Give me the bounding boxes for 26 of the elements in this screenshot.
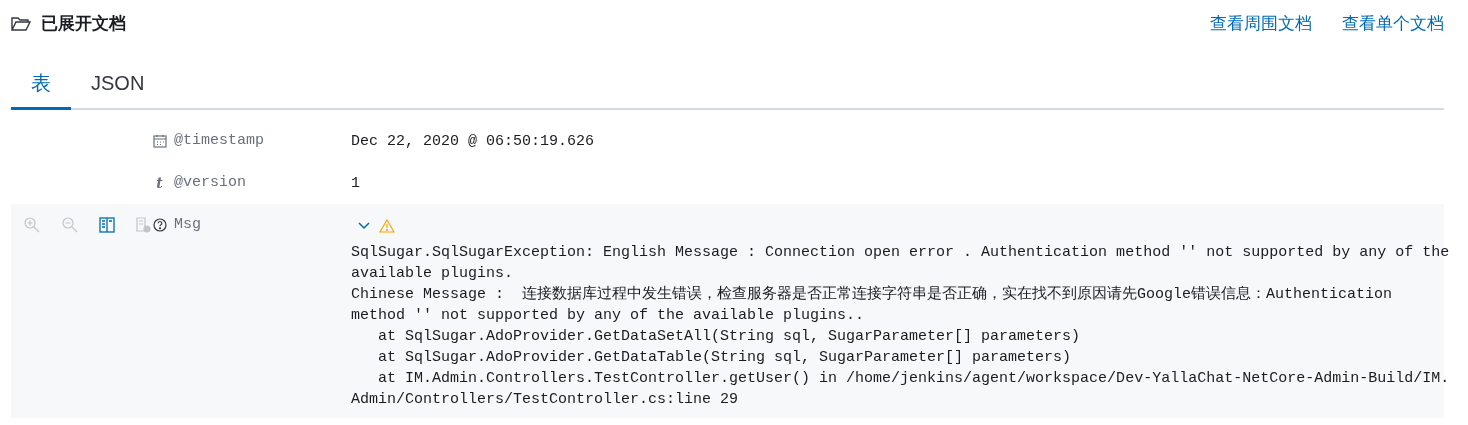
value-text: at SqlSugar.AdoProvider.GetDataSetAll(String sql, SugarParameter[] parameters)	[377, 327, 1082, 347]
tab[interactable]: 表	[11, 58, 71, 110]
zoom-out-icon	[61, 216, 79, 234]
field-name: Msg	[174, 214, 201, 235]
value-text: Dec 22, 2020 @ 06:50:19.626	[351, 132, 595, 152]
panel-title: 已展开文档	[41, 13, 126, 36]
folder-icon	[11, 16, 31, 32]
zoom-in-icon	[23, 216, 41, 234]
value-text: Admin/Controllers/TestController.cs:line 29	[351, 390, 740, 410]
calendar-icon	[152, 134, 167, 148]
value-text: at IM.Admin.Controllers.TestController.getUser() in /home/jenkins/agent/workspace/Dev-YallaChat-NetCore-Admin-Build/IM.	[377, 369, 1450, 389]
value-text: 1	[351, 174, 360, 194]
string-type-icon: t	[156, 176, 163, 190]
field-name: @version	[174, 172, 246, 193]
field-name: @timestamp	[174, 130, 264, 151]
link[interactable]: 查看周围文档	[1210, 11, 1312, 37]
column-toggle-icon	[99, 217, 115, 233]
value-text: SqlSugar.SqlSugarException: English Message : Connection open error . Authentication method '' not supported by any of the	[351, 243, 1450, 263]
filter-icon	[135, 217, 151, 233]
value-text: available plugins.	[351, 264, 515, 284]
link[interactable]: 查看单个文档	[1342, 11, 1444, 37]
value-text: Chinese Message : 连接数据库过程中发生错误，检查服务器是否正常连接字符串是否正确，实在找不到原因请先Google错误信息：Authentication	[351, 284, 1394, 305]
question-icon	[152, 218, 167, 232]
value-text: at SqlSugar.AdoProvider.GetDataTable(String sql, SugarParameter[] parameters)	[377, 348, 1073, 368]
tab[interactable]: JSON	[71, 58, 165, 110]
value-text: method '' not supported by any of the available plugins..	[351, 306, 866, 326]
